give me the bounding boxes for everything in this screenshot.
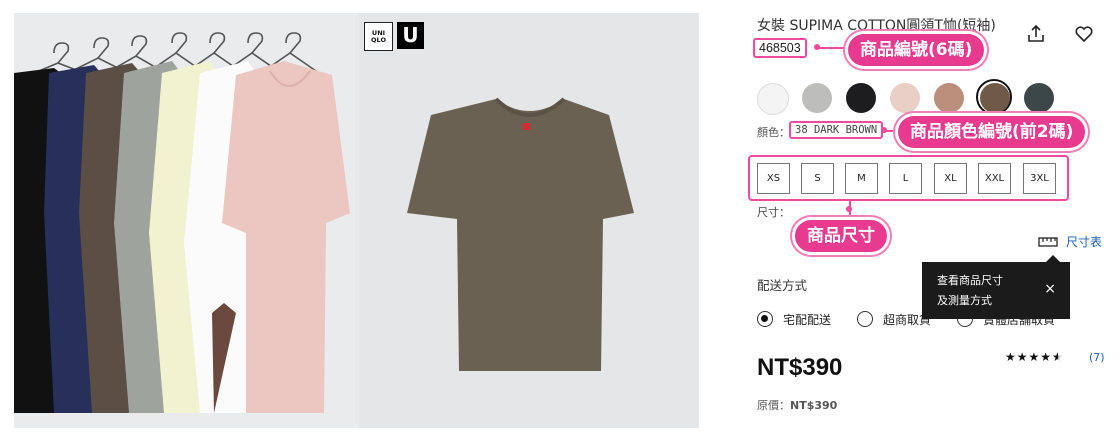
color-swatch[interactable] — [846, 83, 876, 113]
annotation-connector — [818, 47, 848, 49]
annotation-dot — [846, 206, 852, 212]
original-price-value: NT$390 — [790, 399, 838, 412]
uniqlo-logo: UNI QLO — [364, 22, 393, 51]
size-option[interactable]: XL — [934, 163, 967, 194]
color-swatch[interactable] — [980, 83, 1010, 113]
shipping-radio[interactable] — [757, 311, 773, 327]
shipping-title: 配送方式 — [757, 278, 808, 293]
ruler-icon — [1038, 236, 1058, 247]
size-option[interactable]: 3XL — [1023, 163, 1056, 194]
size-chart-label[interactable]: 尺寸表 — [1066, 233, 1102, 250]
shipping-radio[interactable] — [857, 311, 873, 327]
color-swatch[interactable] — [802, 83, 832, 113]
annotation-code-label: 商品編號(6碼) — [848, 34, 985, 66]
share-icon[interactable] — [1026, 24, 1046, 48]
product-image-lineup[interactable] — [14, 13, 359, 428]
color-value: 38 DARK BROWN — [789, 121, 884, 139]
size-option[interactable]: L — [889, 163, 922, 194]
color-label: 顏色： — [757, 126, 790, 139]
product-image-main[interactable] — [359, 13, 699, 428]
rating-stars[interactable]: ★★★★★★ — [1005, 350, 1064, 364]
rating-count[interactable]: (7) — [1089, 351, 1105, 364]
size-label: 尺寸： — [757, 206, 790, 219]
size-option[interactable]: S — [801, 163, 834, 194]
product-title: 女裝 SUPIMA COTTON圓領T恤(短袖) — [757, 18, 996, 34]
annotation-size-label: 商品尺寸 — [795, 220, 887, 252]
heart-icon[interactable] — [1074, 24, 1094, 48]
product-code: 468503 — [753, 38, 807, 58]
u-logo: U — [397, 22, 424, 49]
size-option[interactable]: XS — [757, 163, 790, 194]
color-swatch[interactable] — [757, 83, 789, 115]
annotation-color-label: 商品顏色編號(前2碼) — [898, 116, 1086, 148]
annotation-dot — [881, 127, 887, 133]
annotation-dot — [814, 44, 820, 50]
original-price: 原價：NT$390 — [757, 397, 837, 413]
tooltip-arrow — [1046, 255, 1060, 262]
size-chart-link[interactable]: 尺寸表 — [1038, 233, 1102, 250]
original-price-label: 原價： — [757, 399, 790, 412]
color-swatch[interactable] — [890, 83, 920, 113]
close-icon[interactable]: × — [1044, 279, 1056, 299]
size-option[interactable]: M — [845, 163, 878, 194]
color-swatch[interactable] — [1024, 83, 1054, 113]
price: NT$390 — [757, 354, 843, 381]
color-swatch[interactable] — [934, 83, 964, 113]
shipping-option-label[interactable]: 宅配配送 — [783, 311, 831, 328]
size-tooltip: 查看商品尺寸 及測量方式 × — [922, 262, 1070, 319]
size-option[interactable]: XXL — [978, 163, 1011, 194]
